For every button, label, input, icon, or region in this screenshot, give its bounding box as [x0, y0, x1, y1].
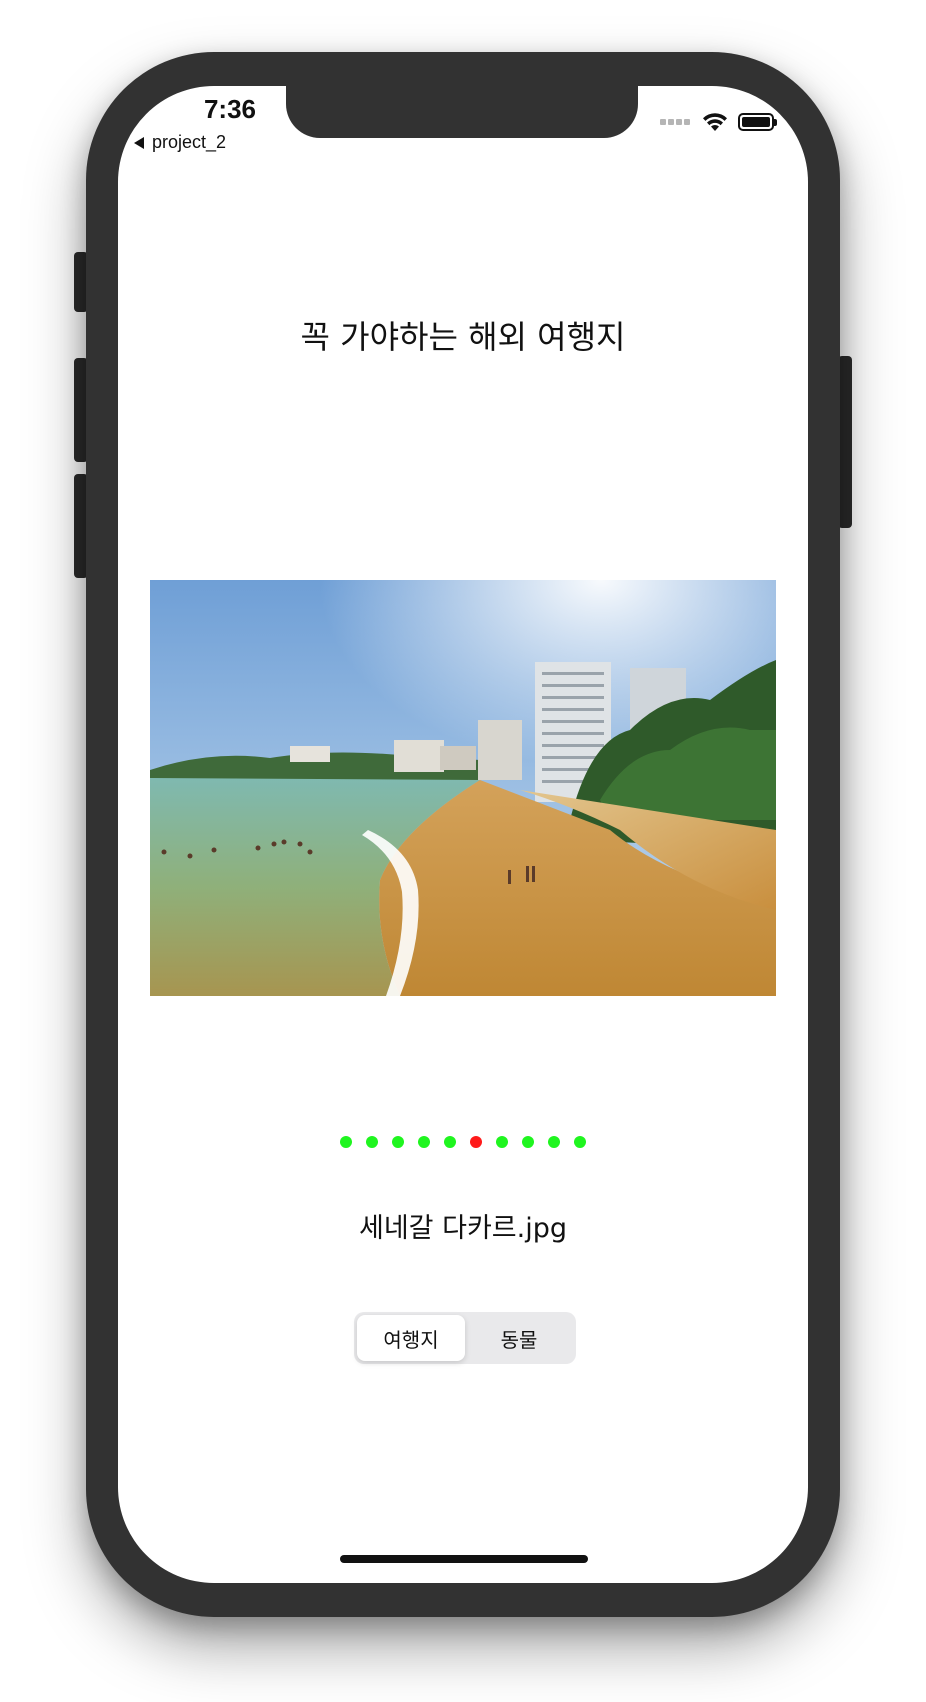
- status-indicators: [660, 112, 777, 132]
- back-arrow-icon: [134, 136, 144, 149]
- category-segmented-control[interactable]: 여행지 동물: [354, 1312, 576, 1364]
- page-dot[interactable]: [522, 1136, 534, 1148]
- back-to-app-button[interactable]: project_2: [134, 132, 226, 153]
- phone-screen: 7:36 project_2 꼭 가야하는 해외 여행지 세네갈 다카르.jpg…: [118, 86, 808, 1583]
- notch: [286, 86, 638, 138]
- page-dot[interactable]: [548, 1136, 560, 1148]
- back-app-label: project_2: [152, 132, 227, 152]
- simulator-canvas: 7:36 project_2 꼭 가야하는 해외 여행지 세네갈 다카르.jpg…: [0, 0, 926, 1702]
- home-indicator[interactable]: [340, 1555, 588, 1563]
- battery-icon: [738, 113, 777, 131]
- destination-photo[interactable]: [150, 580, 776, 996]
- segment-animals[interactable]: 동물: [465, 1315, 573, 1361]
- page-dot[interactable]: [444, 1136, 456, 1148]
- page-dot[interactable]: [366, 1136, 378, 1148]
- page-dot[interactable]: [340, 1136, 352, 1148]
- status-time: 7:36: [203, 94, 257, 124]
- page-dot[interactable]: [496, 1136, 508, 1148]
- page-dot-active[interactable]: [470, 1136, 482, 1148]
- page-title: 꼭 가야하는 해외 여행지: [300, 318, 626, 356]
- wifi-icon: [703, 113, 727, 131]
- page-control[interactable]: [118, 1136, 808, 1148]
- cellular-signal-icon: [660, 119, 692, 125]
- page-dot[interactable]: [392, 1136, 404, 1148]
- segment-travel[interactable]: 여행지: [357, 1315, 465, 1361]
- power-button: [838, 356, 852, 528]
- image-caption: 세네갈 다카르.jpg: [359, 1213, 567, 1244]
- page-dot[interactable]: [418, 1136, 430, 1148]
- page-dot[interactable]: [574, 1136, 586, 1148]
